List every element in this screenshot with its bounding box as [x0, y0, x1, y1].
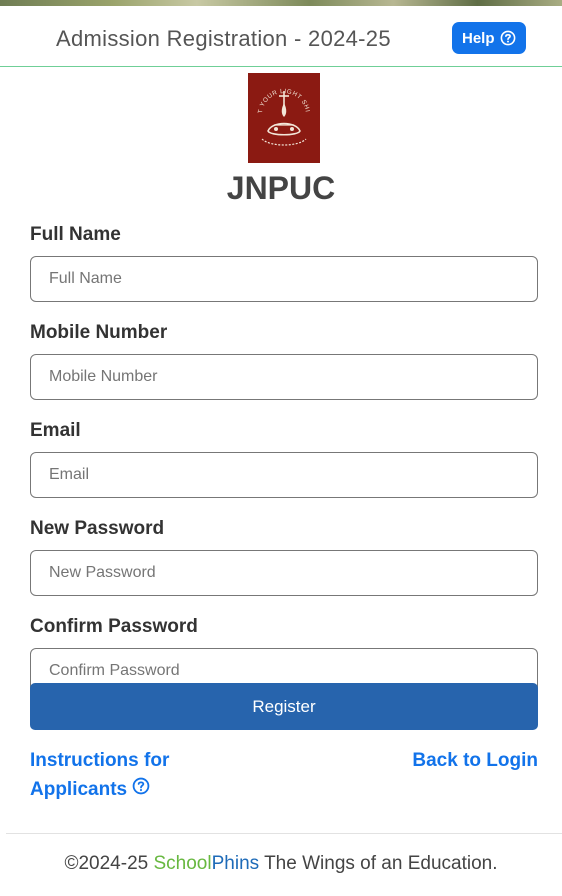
footer: ©2024-25 SchoolPhins The Wings of an Edu…	[0, 853, 562, 875]
footer-brand-school: School	[153, 853, 212, 874]
full-name-label: Full Name	[30, 224, 121, 245]
svg-text:LET YOUR LIGHT SHINE: LET YOUR LIGHT SHINE	[248, 73, 311, 114]
question-circle-icon	[132, 777, 150, 795]
footer-brand: SchoolPhins	[154, 853, 260, 874]
email-label: Email	[30, 420, 81, 441]
registration-form: Full Name Mobile Number Email New Passwo…	[30, 222, 538, 712]
new-password-label: New Password	[30, 518, 165, 539]
help-button-label: Help	[462, 29, 495, 47]
confirm-password-label: Confirm Password	[30, 616, 198, 637]
page-header: Admission Registration - 2024-25 Help	[0, 6, 562, 67]
mobile-number-label: Mobile Number	[30, 322, 168, 343]
footer-copyright: ©2024-25	[64, 853, 149, 874]
logo-motto: LET YOUR LIGHT SHINE	[245, 68, 310, 114]
page-title: Admission Registration - 2024-25	[56, 26, 391, 51]
institution-name: JNPUC	[226, 170, 336, 206]
email-input[interactable]	[30, 452, 538, 498]
help-button[interactable]: Help	[452, 22, 526, 54]
full-name-input[interactable]	[30, 256, 538, 302]
institution-logo: LET YOUR LIGHT SHINE	[245, 68, 320, 163]
back-to-login-link[interactable]: Back to Login	[412, 746, 538, 775]
instructions-link[interactable]: Instructions for Applicants	[30, 746, 200, 804]
footer-tagline: The Wings of an Education.	[264, 853, 498, 874]
instructions-link-line2: Applicants	[30, 779, 128, 800]
instructions-link-line1: Instructions for	[30, 750, 170, 771]
register-button[interactable]: Register	[30, 683, 538, 730]
mobile-number-input[interactable]	[30, 354, 538, 400]
footer-divider	[6, 833, 562, 834]
question-circle-icon	[500, 30, 516, 46]
new-password-input[interactable]	[30, 550, 538, 596]
footer-brand-phins: Phins	[211, 853, 260, 874]
